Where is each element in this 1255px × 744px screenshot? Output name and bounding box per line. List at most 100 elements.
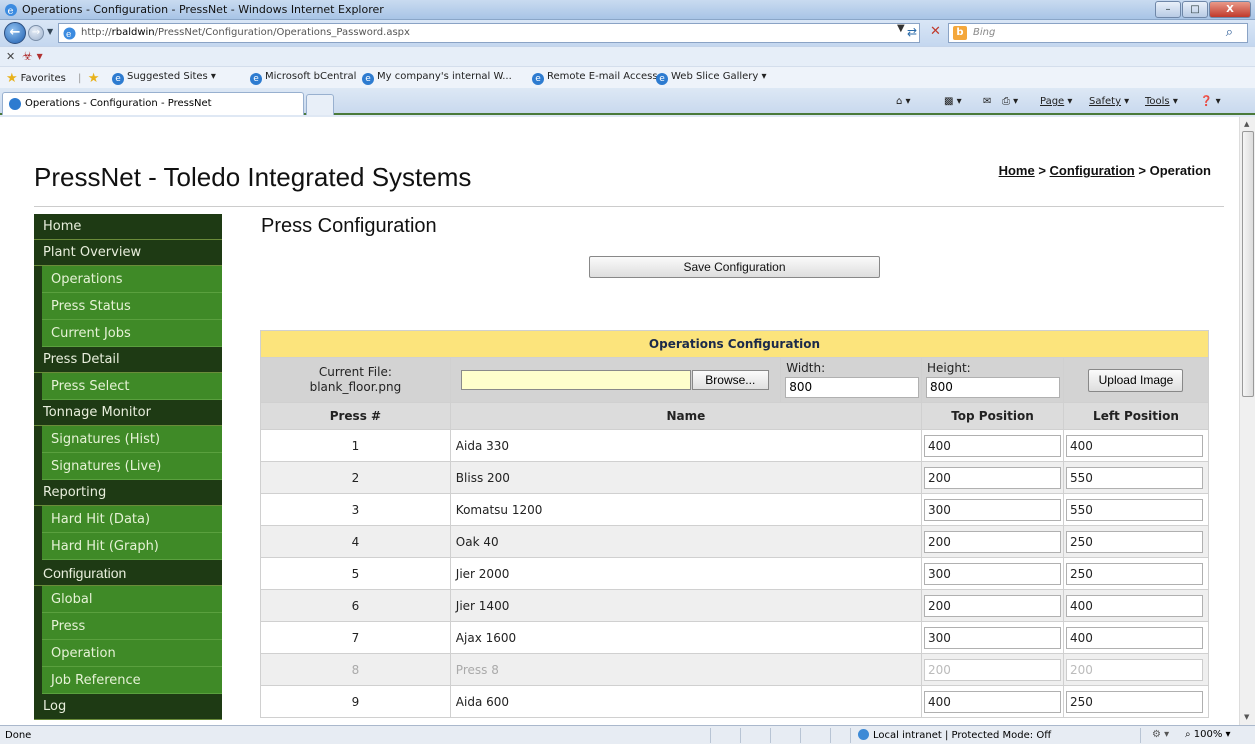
window-titlebar: e Operations - Configuration - PressNet …	[0, 0, 1255, 20]
left-position-input[interactable]: 250	[1065, 530, 1203, 553]
left-position-cell: 550	[1062, 461, 1210, 494]
left-position-input[interactable]: 400	[1065, 594, 1203, 617]
help-icon[interactable]: ❓ ▾	[1200, 96, 1221, 107]
stop-icon[interactable]: ✕	[930, 24, 941, 39]
url-input[interactable]: e http://rbaldwin/PressNet/Configuration…	[58, 23, 920, 43]
page-menu[interactable]: Page ▾	[1040, 96, 1072, 107]
press-name: Aida 600	[449, 685, 922, 718]
file-path-input[interactable]	[460, 370, 691, 390]
fav-remote-email[interactable]: e Remote E-mail Access	[532, 71, 658, 85]
press-name: Ajax 1600	[449, 621, 922, 654]
tools-menu[interactable]: Tools ▾	[1145, 96, 1178, 107]
sidebar-item-signatures-live[interactable]: Signatures (Live)	[34, 453, 222, 480]
safety-menu[interactable]: Safety ▾	[1089, 96, 1129, 107]
scroll-up-icon[interactable]: ▲	[1244, 120, 1249, 128]
left-position-cell: 250	[1062, 525, 1210, 558]
left-position-input[interactable]: 400	[1065, 626, 1203, 649]
breadcrumb-home[interactable]: Home	[999, 163, 1035, 178]
sidebar-section-configuration[interactable]: Configuration	[34, 560, 222, 586]
left-position-input[interactable]: 550	[1065, 498, 1203, 521]
divider	[800, 728, 801, 743]
add-favorite-icon[interactable]: | ★	[78, 71, 102, 86]
favorites-button[interactable]: ★ Favorites	[6, 71, 66, 86]
left-position-input[interactable]: 200	[1065, 658, 1203, 681]
ie-icon: e	[5, 4, 17, 17]
top-position-input[interactable]: 300	[923, 626, 1061, 649]
sidebar-item-current-jobs[interactable]: Current Jobs	[34, 320, 222, 347]
sidebar-item-signatures-hist[interactable]: Signatures (Hist)	[34, 426, 222, 453]
minimize-button[interactable]: –	[1155, 1, 1181, 18]
top-position-input[interactable]: 300	[923, 562, 1061, 585]
sidebar-item-home[interactable]: Home	[34, 214, 222, 240]
top-position-input[interactable]: 200	[923, 466, 1061, 489]
left-position-input[interactable]: 250	[1065, 562, 1203, 585]
zoom-level[interactable]: ⌕ 100% ▾	[1185, 729, 1231, 740]
top-position-input[interactable]: 300	[923, 498, 1061, 521]
sidebar-item-operation[interactable]: Operation	[34, 640, 222, 667]
search-input[interactable]: b Bing ⌕	[948, 23, 1248, 43]
sidebar-item-hard-hit-graph[interactable]: Hard Hit (Graph)	[34, 533, 222, 560]
top-position-cell: 400	[920, 429, 1064, 462]
security-zone[interactable]: Local intranet | Protected Mode: Off	[858, 729, 1051, 741]
maximize-button[interactable]: □	[1182, 1, 1208, 18]
top-position-input[interactable]: 400	[923, 690, 1061, 713]
table-row: 8 Press 8 200 200	[260, 653, 1210, 686]
address-dropdown-icon[interactable]: ▼	[897, 23, 905, 34]
fav-microsoft-bcentral[interactable]: e Microsoft bCentral	[250, 71, 356, 85]
sidebar-section-log[interactable]: Log	[34, 694, 222, 720]
sidebar-item-job-reference[interactable]: Job Reference	[34, 667, 222, 694]
sidebar-section-tonnage-monitor[interactable]: Tonnage Monitor	[34, 400, 222, 426]
close-button[interactable]: X	[1209, 1, 1251, 18]
tab-operations[interactable]: Operations - Configuration - PressNet	[2, 92, 304, 115]
protected-mode-icon[interactable]: ⚙ ▾	[1152, 729, 1169, 740]
scrollbar-thumb[interactable]	[1242, 131, 1254, 397]
addon-icon[interactable]: ☣ ▾	[22, 49, 43, 63]
left-position-input[interactable]: 250	[1065, 690, 1203, 713]
svg-text:e: e	[8, 6, 14, 17]
table-caption: Operations Configuration	[260, 330, 1209, 358]
fav-suggested-sites[interactable]: e Suggested Sites ▾	[112, 71, 216, 85]
top-position-input[interactable]: 200	[923, 658, 1061, 681]
sidebar-item-hard-hit-data[interactable]: Hard Hit (Data)	[34, 506, 222, 533]
top-position-input[interactable]: 200	[923, 530, 1061, 553]
breadcrumb-configuration[interactable]: Configuration	[1050, 163, 1135, 178]
sidebar-section-reporting[interactable]: Reporting	[34, 480, 222, 506]
sidebar-item-press-status[interactable]: Press Status	[34, 293, 222, 320]
new-tab-button[interactable]	[306, 94, 334, 115]
save-configuration-button[interactable]: Save Configuration	[589, 256, 880, 278]
history-dropdown-icon[interactable]: ▼	[47, 27, 53, 36]
search-icon[interactable]: ⌕	[1226, 25, 1233, 40]
sidebar-item-press[interactable]: Press	[34, 613, 222, 640]
top-position-input[interactable]: 200	[923, 594, 1061, 617]
column-header-press: Press #	[260, 402, 451, 430]
search-placeholder: Bing	[973, 27, 996, 38]
sidebar-item-press-select[interactable]: Press Select	[34, 373, 222, 400]
scroll-down-icon[interactable]: ▼	[1244, 713, 1249, 721]
forward-button[interactable]: →	[28, 25, 44, 41]
print-icon[interactable]: ⎙ ▾	[1002, 96, 1018, 107]
ie-page-icon	[9, 98, 21, 110]
refresh-icon[interactable]: ⇄	[907, 25, 917, 39]
width-input[interactable]: 800	[785, 377, 920, 398]
top-position-cell: 300	[920, 493, 1064, 526]
home-icon[interactable]: ⌂ ▾	[896, 96, 911, 107]
sidebar-item-global[interactable]: Global	[34, 586, 222, 613]
sidebar-item-operations[interactable]: Operations	[34, 266, 222, 293]
close-toolbar-icon[interactable]: ✕	[6, 50, 15, 63]
sidebar-section-plant-overview[interactable]: Plant Overview	[34, 240, 222, 266]
svg-text:e: e	[66, 30, 71, 40]
vertical-scrollbar[interactable]: ▲ ▼	[1239, 117, 1255, 725]
height-input[interactable]: 800	[925, 377, 1060, 398]
browse-button[interactable]: Browse...	[691, 370, 769, 390]
left-position-input[interactable]: 400	[1065, 434, 1203, 457]
left-position-input[interactable]: 550	[1065, 466, 1203, 489]
feeds-icon[interactable]: ▩ ▾	[944, 96, 962, 107]
back-button[interactable]: ←	[4, 22, 26, 44]
table-row: 9 Aida 600 400 250	[260, 685, 1210, 718]
top-position-input[interactable]: 400	[923, 434, 1061, 457]
sidebar-section-press-detail[interactable]: Press Detail	[34, 347, 222, 373]
mail-icon[interactable]: ✉	[983, 96, 991, 107]
fav-company-internal[interactable]: e My company's internal W...	[362, 71, 512, 85]
fav-web-slice-gallery[interactable]: e Web Slice Gallery ▾	[656, 71, 767, 85]
upload-image-button[interactable]: Upload Image	[1088, 368, 1184, 392]
